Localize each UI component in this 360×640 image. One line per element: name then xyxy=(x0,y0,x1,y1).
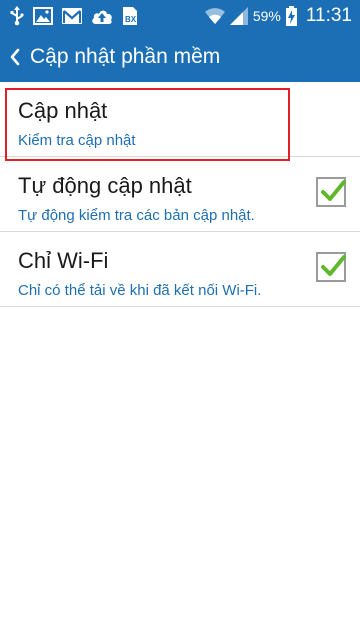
bx-icon: BX xyxy=(122,6,138,26)
item-subtitle: Tự động kiểm tra các bản cập nhật. xyxy=(18,207,255,224)
checkmark-icon xyxy=(321,180,346,201)
list-item-auto-update[interactable]: Tự động cập nhật Tự động kiểm tra các bả… xyxy=(0,157,360,232)
status-bar: BX 59% 11:31 xyxy=(0,0,360,32)
battery-percent: 59% xyxy=(252,8,281,24)
highlight-box xyxy=(5,88,290,161)
checkmark-icon xyxy=(321,255,346,276)
settings-list: Cập nhật Kiểm tra cập nhật Tự động cập n… xyxy=(0,82,360,307)
system-icons: 59% 11:31 xyxy=(204,0,352,32)
cloud-upload-icon xyxy=(91,8,113,24)
page-title: Cập nhật phần mềm xyxy=(30,45,221,68)
item-subtitle: Chỉ có thể tải về khi đã kết nối Wi-Fi. xyxy=(18,282,262,299)
gmail-icon xyxy=(62,8,82,24)
item-title: Chỉ Wi-Fi xyxy=(18,248,109,273)
signal-icon xyxy=(229,7,248,25)
wifi-icon xyxy=(204,7,225,25)
notification-icons: BX xyxy=(10,6,138,26)
clock: 11:31 xyxy=(305,5,352,26)
action-bar: Cập nhật phần mềm xyxy=(0,32,360,82)
item-title: Tự động cập nhật xyxy=(18,173,192,198)
wifi-only-checkbox[interactable] xyxy=(316,252,346,282)
list-item-check-update[interactable]: Cập nhật Kiểm tra cập nhật xyxy=(0,82,360,161)
battery-icon xyxy=(285,6,297,26)
back-button[interactable] xyxy=(0,32,21,82)
auto-update-checkbox[interactable] xyxy=(316,177,346,207)
list-item-wifi-only[interactable]: Chỉ Wi-Fi Chỉ có thể tải về khi đã kết n… xyxy=(0,232,360,307)
usb-icon xyxy=(10,6,24,26)
chevron-left-icon xyxy=(9,48,21,66)
svg-text:BX: BX xyxy=(125,15,137,24)
gallery-icon xyxy=(33,7,53,25)
